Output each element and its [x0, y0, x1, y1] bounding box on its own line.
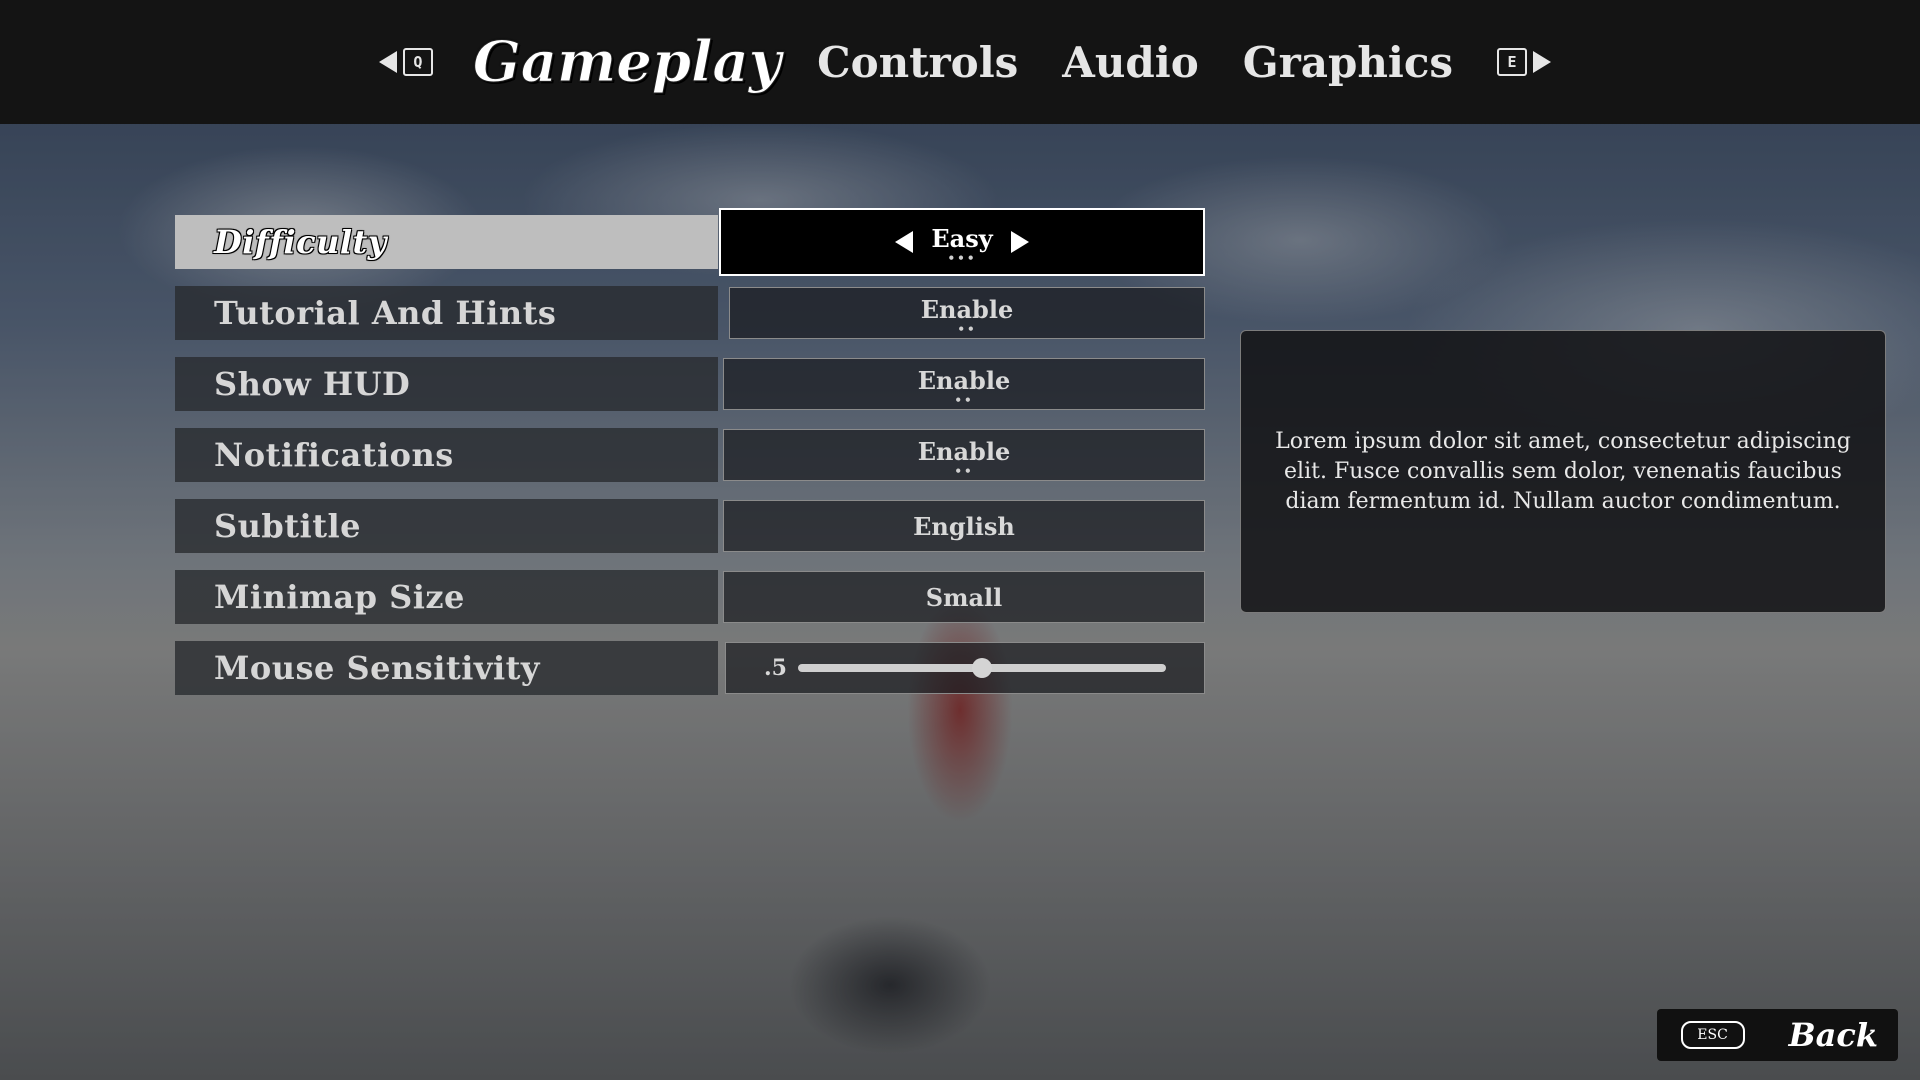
back-label: Back [1788, 1016, 1878, 1054]
option-dots: ••• [947, 250, 977, 265]
value-wrap: Enable •• [917, 436, 1011, 478]
show-hud-selector[interactable]: Enable •• [723, 358, 1205, 410]
option-dots: •• [954, 392, 974, 407]
esc-key-icon: ESC [1680, 1021, 1745, 1049]
selector-right-arrow-icon[interactable] [1010, 231, 1029, 253]
back-button[interactable]: ESC Back [1657, 1009, 1898, 1061]
mouse-sensitivity-slider[interactable]: .5 [725, 642, 1205, 694]
slider-thumb[interactable] [972, 658, 992, 678]
minimap-size-selector[interactable]: Small [723, 571, 1205, 623]
next-tab-button[interactable]: E [1497, 48, 1552, 76]
value-wrap: Enable •• [917, 365, 1011, 407]
tab-gameplay[interactable]: Gameplay [472, 29, 781, 96]
setting-row-notifications[interactable]: Notifications Enable •• [175, 428, 1205, 482]
option-dots: •• [957, 321, 977, 336]
arrow-right-icon [1533, 51, 1552, 73]
selector-left-arrow-icon[interactable] [895, 231, 914, 253]
setting-row-tutorial-and-hints[interactable]: Tutorial And Hints Enable •• [175, 286, 1205, 340]
tutorial-and-hints-selector[interactable]: Enable •• [729, 287, 1205, 339]
setting-label: Notifications [175, 428, 718, 482]
e-key-icon: E [1497, 48, 1528, 76]
difficulty-selector[interactable]: Easy ••• [719, 208, 1205, 276]
setting-label: Mouse Sensitivity [175, 641, 718, 695]
setting-row-difficulty[interactable]: Difficulty Easy ••• [175, 208, 1205, 276]
setting-label: Show HUD [175, 357, 718, 411]
slider-value: .5 [764, 655, 787, 681]
setting-value: Enable [920, 294, 1014, 324]
description-panel: Lorem ipsum dolor sit amet, consectetur … [1240, 330, 1886, 613]
notifications-selector[interactable]: Enable •• [723, 429, 1205, 481]
tab-bar: Q Gameplay Controls Audio Graphics E [0, 0, 1920, 124]
option-dots: •• [954, 463, 974, 478]
setting-label: Tutorial And Hints [175, 286, 718, 340]
slider-track[interactable] [798, 658, 1166, 678]
setting-label: Minimap Size [175, 570, 718, 624]
tab-controls[interactable]: Controls [817, 38, 1018, 87]
setting-value: English [913, 511, 1015, 541]
setting-value: Easy [931, 223, 993, 253]
setting-row-mouse-sensitivity[interactable]: Mouse Sensitivity .5 [175, 641, 1205, 695]
value-wrap: Easy ••• [931, 223, 993, 265]
setting-label: Difficulty [175, 215, 718, 269]
value-wrap: Enable •• [920, 294, 1014, 336]
setting-label: Subtitle [175, 499, 718, 553]
prev-tab-button[interactable]: Q [378, 48, 433, 76]
setting-value: Enable [917, 436, 1011, 466]
setting-row-minimap-size[interactable]: Minimap Size Small [175, 570, 1205, 624]
setting-row-show-hud[interactable]: Show HUD Enable •• [175, 357, 1205, 411]
q-key-icon: Q [402, 48, 433, 76]
setting-value: Small [925, 582, 1003, 612]
subtitle-selector[interactable]: English [723, 500, 1205, 552]
tab-graphics[interactable]: Graphics [1243, 38, 1453, 87]
settings-list: Difficulty Easy ••• Tutorial And Hints E… [175, 208, 1205, 712]
tab-audio[interactable]: Audio [1062, 38, 1198, 87]
description-text: Lorem ipsum dolor sit amet, consectetur … [1275, 428, 1851, 514]
setting-value: Enable [917, 365, 1011, 395]
setting-row-subtitle[interactable]: Subtitle English [175, 499, 1205, 553]
arrow-left-icon [378, 51, 397, 73]
tab-list: Q Gameplay Controls Audio Graphics E [378, 29, 1552, 96]
